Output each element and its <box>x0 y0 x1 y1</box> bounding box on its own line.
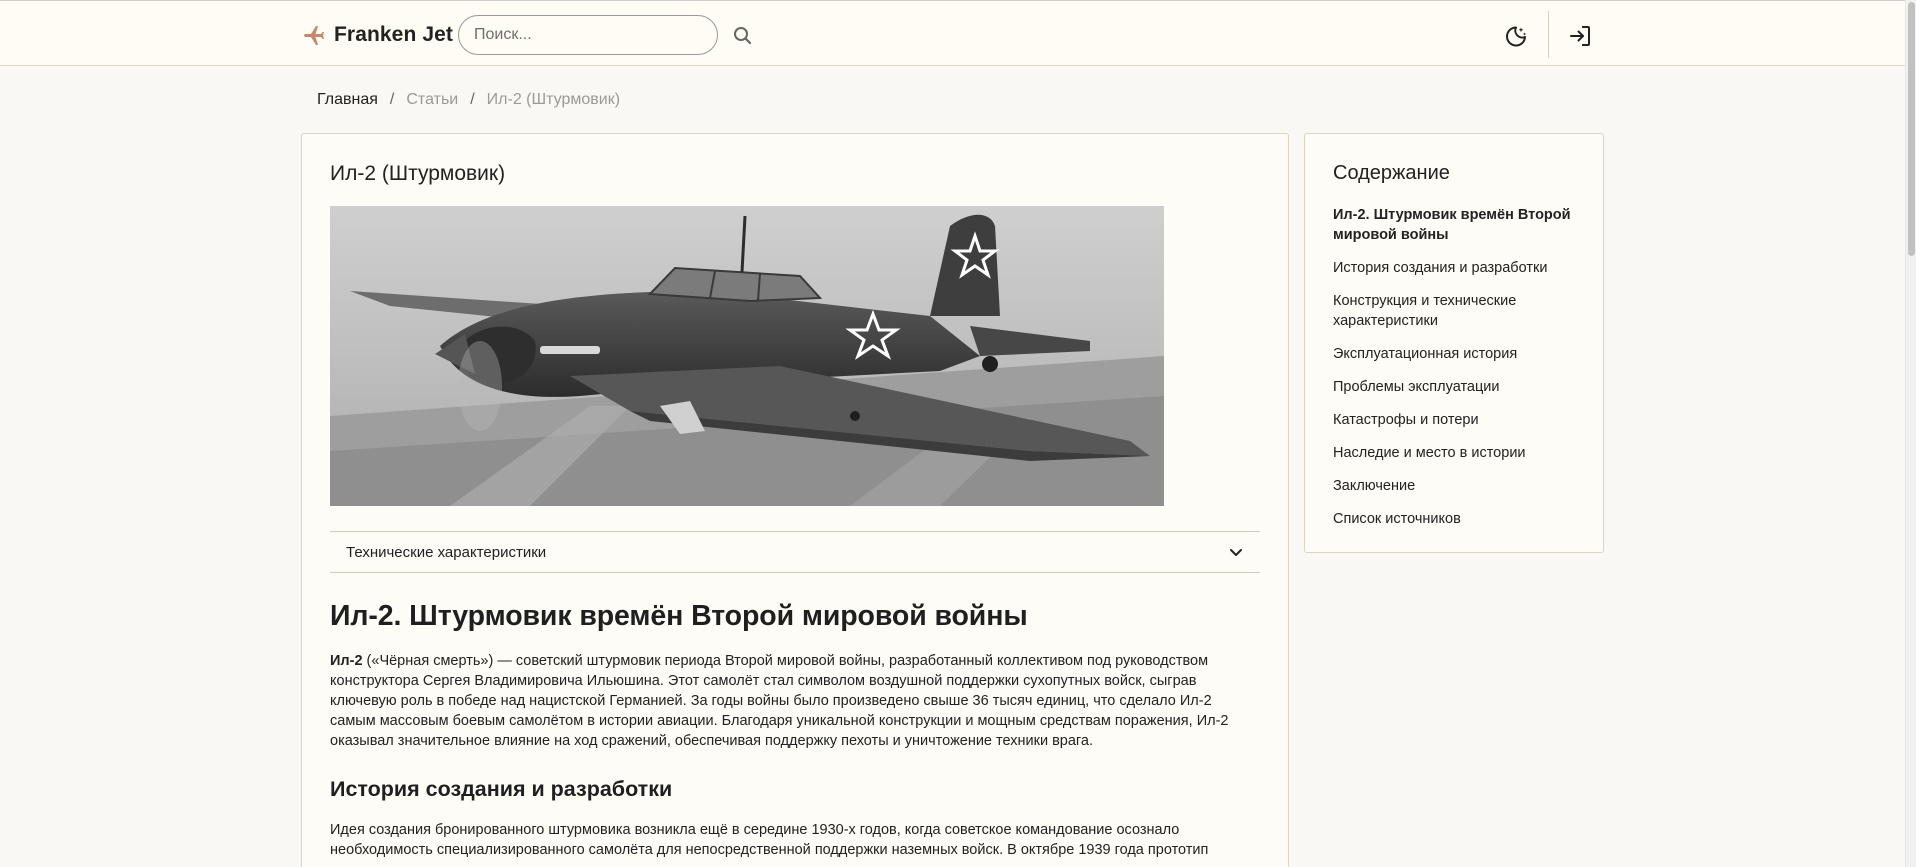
toc-card: Содержание Ил-2. Штурмовик времён Второй… <box>1304 133 1604 553</box>
specs-accordion-toggle[interactable]: Технические характеристики <box>330 531 1260 573</box>
theme-toggle-button[interactable] <box>1502 22 1530 50</box>
toc-item-intro[interactable]: Ил-2. Штурмовик времён Второй мировой во… <box>1333 205 1583 245</box>
breadcrumb-current: Ил-2 (Штурмовик) <box>486 91 621 108</box>
brand-name: Franken Jet <box>334 23 453 46</box>
toc-item-legacy[interactable]: Наследие и место в истории <box>1333 443 1583 463</box>
toc-title: Содержание <box>1333 162 1450 184</box>
toc-item-history[interactable]: История создания и разработки <box>1333 258 1583 278</box>
scrollbar-thumb[interactable] <box>1908 2 1915 256</box>
search-button[interactable] <box>730 23 756 49</box>
toc-item-service[interactable]: Эксплуатационная история <box>1333 344 1583 364</box>
toc-item-sources[interactable]: Список источников <box>1333 509 1583 529</box>
login-icon <box>1570 26 1590 46</box>
search-icon <box>734 27 752 45</box>
moon-star-icon <box>1506 26 1526 47</box>
search-input[interactable] <box>458 15 718 55</box>
breadcrumb-home[interactable]: Главная <box>317 91 378 109</box>
breadcrumb-separator: / <box>389 91 395 108</box>
toc-list: Ил-2. Штурмовик времён Второй мировой во… <box>1333 205 1583 542</box>
intro-text: («Чёрная смерть») — советский штурмовик … <box>330 653 1229 749</box>
history-paragraph: Идея создания бронированного штурмовика … <box>330 822 1209 858</box>
article-card: Ил-2 (Штурмовик) Технические характерист… <box>301 133 1289 867</box>
breadcrumb-articles[interactable]: Статьи <box>406 91 458 109</box>
top-navbar: Franken Jet <box>0 1 1905 66</box>
article-heading: Ил-2. Штурмовик времён Второй мировой во… <box>330 600 1028 632</box>
section-heading-history: История создания и разработки <box>330 777 673 801</box>
toc-item-design[interactable]: Конструкция и технические характеристики <box>1333 291 1583 331</box>
page-scrollbar[interactable] <box>1905 0 1916 867</box>
article-intro-paragraph: Ил-2 («Чёрная смерть») — советский штурм… <box>330 651 1260 751</box>
article-card-title: Ил-2 (Штурмовик) <box>330 162 506 185</box>
breadcrumb-separator: / <box>470 91 475 108</box>
brand-link[interactable]: Franken Jet <box>302 19 453 51</box>
toc-item-losses[interactable]: Катастрофы и потери <box>1333 410 1583 430</box>
login-button[interactable] <box>1566 22 1594 50</box>
specs-accordion-label: Технические характеристики <box>346 543 547 561</box>
intro-bold-term: Ил-2 <box>330 653 363 669</box>
nav-divider <box>1548 11 1549 58</box>
airplane-icon <box>304 26 324 45</box>
toc-item-problems[interactable]: Проблемы эксплуатации <box>1333 377 1583 397</box>
toc-item-conclusion[interactable]: Заключение <box>1333 476 1583 496</box>
chevron-down-icon <box>1230 549 1242 556</box>
aircraft-photo <box>330 206 1164 506</box>
breadcrumb: Главная / Статьи / Ил-2 (Штурмовик) <box>317 89 620 111</box>
